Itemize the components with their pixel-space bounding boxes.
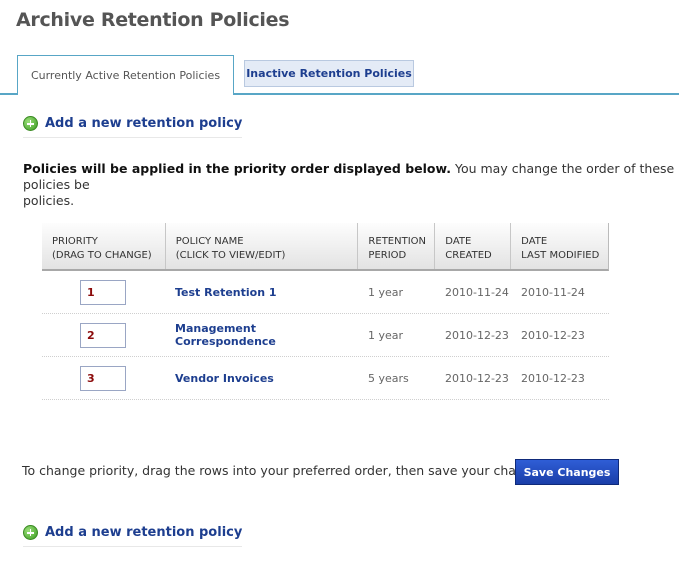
- page-title: Archive Retention Policies: [16, 9, 290, 31]
- header-retention-period: RETENTION PERIOD: [357, 223, 434, 269]
- add-policy-link-bottom[interactable]: Add a new retention policy: [23, 525, 243, 547]
- date-modified: 2010-12-23: [521, 328, 585, 342]
- header-date-created: DATE CREATED: [434, 223, 510, 269]
- intro-line2: policies.: [23, 193, 75, 208]
- intro-bold: Policies will be applied in the priority…: [23, 161, 452, 176]
- retention-period: 5 years: [368, 371, 409, 385]
- header-priority: PRIORITY (DRAG TO CHANGE): [52, 236, 152, 261]
- policy-name-link[interactable]: Vendor Invoices: [175, 372, 274, 385]
- table-row[interactable]: 2 Management Correspondence 1 year 2010-…: [42, 314, 609, 357]
- add-policy-label: Add a new retention policy: [45, 116, 243, 131]
- priority-box[interactable]: 2: [80, 322, 126, 348]
- add-policy-link-top[interactable]: Add a new retention policy: [23, 116, 243, 138]
- date-modified: 2010-12-23: [521, 371, 585, 385]
- save-changes-button[interactable]: Save Changes: [515, 459, 619, 485]
- tab-inactive-policies[interactable]: Inactive Retention Policies: [244, 60, 414, 87]
- table-row[interactable]: 1 Test Retention 1 1 year 2010-11-24 201…: [42, 271, 609, 314]
- intro-text: Policies will be applied in the priority…: [23, 161, 679, 209]
- retention-period: 1 year: [368, 285, 404, 299]
- policy-name-link[interactable]: Test Retention 1: [175, 286, 277, 299]
- priority-box[interactable]: 3: [80, 365, 126, 391]
- plus-circle-icon: [23, 116, 38, 131]
- add-policy-label: Add a new retention policy: [45, 525, 243, 540]
- date-modified: 2010-11-24: [521, 285, 585, 299]
- table-header: PRIORITY (DRAG TO CHANGE) POLICY NAME (CLI…: [42, 223, 609, 271]
- header-policy-name: POLICY NAME (CLICK TO VIEW/EDIT): [164, 223, 358, 269]
- tab-bar: Currently Active Retention Policies Inac…: [0, 55, 679, 95]
- date-created: 2010-11-24: [445, 285, 509, 299]
- plus-circle-icon: [23, 525, 38, 540]
- table-row[interactable]: 3 Vendor Invoices 5 years 2010-12-23 201…: [42, 357, 609, 400]
- date-created: 2010-12-23: [445, 371, 509, 385]
- policies-table: PRIORITY (DRAG TO CHANGE) POLICY NAME (CLI…: [42, 223, 609, 400]
- priority-box[interactable]: 1: [80, 279, 126, 305]
- retention-period: 1 year: [368, 328, 404, 342]
- footer-instructions: To change priority, drag the rows into y…: [22, 463, 551, 478]
- policy-name-link[interactable]: Management Correspondence: [175, 322, 276, 348]
- tab-active-policies[interactable]: Currently Active Retention Policies: [17, 55, 234, 95]
- header-last-modified: DATE LAST MODIFIED: [510, 223, 608, 269]
- date-created: 2010-12-23: [445, 328, 509, 342]
